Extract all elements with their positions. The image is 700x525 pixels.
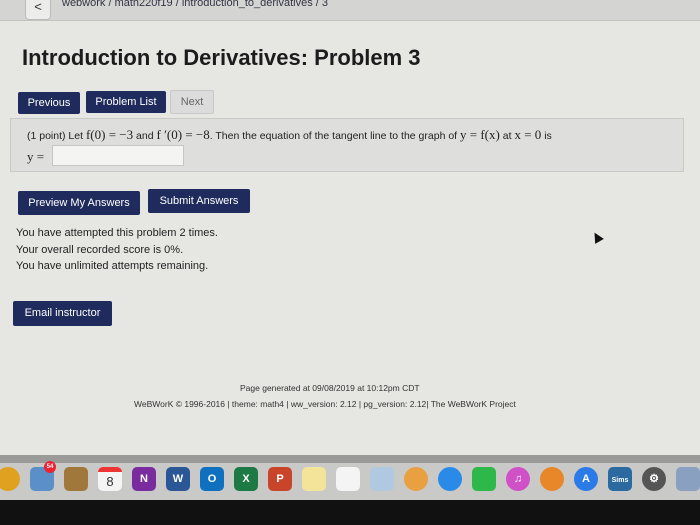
dock-icon-label: P xyxy=(276,473,284,485)
powerpoint-icon[interactable]: P xyxy=(268,467,292,491)
chrome-icon[interactable] xyxy=(0,467,20,491)
mail-icon[interactable]: 54 xyxy=(30,461,56,491)
math-x0: x = 0 xyxy=(514,127,542,142)
back-button[interactable]: < xyxy=(25,0,51,20)
dock-icon-label: ⚙ xyxy=(649,473,659,485)
excel-icon[interactable]: X xyxy=(234,467,258,491)
dock-icon-label: ♫ xyxy=(513,473,523,485)
math-f0: f(0) = −3 xyxy=(85,127,134,142)
text-and: and xyxy=(136,130,154,142)
dock-icon-label: X xyxy=(242,473,250,485)
preview-answers-button[interactable]: Preview My Answers xyxy=(18,191,140,215)
footer-copyright: WeBWorK © 1996-2016 | theme: math4 | ww_… xyxy=(134,399,516,409)
word-icon[interactable]: W xyxy=(166,467,190,491)
preview-icon[interactable] xyxy=(370,467,394,491)
mouse-cursor xyxy=(590,230,604,244)
text-at: at xyxy=(502,130,512,142)
answer-label: y = xyxy=(27,149,45,164)
app-store-icon[interactable]: A xyxy=(574,467,598,491)
dock-icon-label: A xyxy=(582,473,590,485)
photos-icon[interactable] xyxy=(404,467,428,491)
mail-badge: 54 xyxy=(44,461,56,473)
text-is: is xyxy=(544,130,552,142)
breadcrumb[interactable]: webwork / math220f19 / introduction_to_d… xyxy=(62,0,328,9)
dock-icon-label: O xyxy=(207,473,217,485)
outlook-icon[interactable]: O xyxy=(200,467,224,491)
dock-icon-label: Sims xyxy=(611,477,629,484)
math-fprime0: f ′(0) = −8 xyxy=(156,127,210,142)
text-middle: . Then the equation of the tangent line … xyxy=(209,130,458,142)
remaining-text: You have unlimited attempts remaining. xyxy=(16,260,209,272)
calendar-icon[interactable]: 8 xyxy=(98,467,122,491)
image-capture-icon[interactable] xyxy=(676,467,700,491)
attempts-text: You have attempted this problem 2 times. xyxy=(16,227,218,239)
dock-icon-label: W xyxy=(172,473,184,485)
screen-bezel xyxy=(0,500,700,525)
problem-text: (1 point) Let f(0) = −3 and f ′(0) = −8.… xyxy=(27,127,552,143)
points-label: (1 point) Let xyxy=(27,130,84,142)
email-instructor-button[interactable]: Email instructor xyxy=(13,301,112,326)
reminders-icon[interactable] xyxy=(336,467,360,491)
previous-button[interactable]: Previous xyxy=(18,92,80,114)
itunes-icon[interactable]: ♫ xyxy=(506,467,530,491)
page-generated-text: Page generated at 09/08/2019 at 10:12pm … xyxy=(240,383,420,393)
dock-icon-label: 8 xyxy=(106,474,114,489)
submit-answers-button[interactable]: Submit Answers xyxy=(148,189,250,213)
browser-toolbar: < webwork / math220f19 / introduction_to… xyxy=(0,0,700,21)
answer-input[interactable] xyxy=(52,145,184,166)
sims-icon[interactable]: Sims xyxy=(608,467,632,491)
messages-icon[interactable] xyxy=(438,467,462,491)
problem-box: (1 point) Let f(0) = −3 and f ′(0) = −8.… xyxy=(10,118,684,172)
page-title: Introduction to Derivatives: Problem 3 xyxy=(22,45,421,70)
dock-icon-label: N xyxy=(140,473,148,485)
onenote-icon[interactable]: N xyxy=(132,467,156,491)
problem-list-button[interactable]: Problem List xyxy=(86,91,166,113)
math-yfx: y = f(x) xyxy=(460,127,500,142)
ibooks-icon[interactable] xyxy=(540,467,564,491)
score-text: Your overall recorded score is 0%. xyxy=(16,244,184,256)
notes-icon[interactable] xyxy=(302,467,326,491)
facetime-icon[interactable] xyxy=(472,467,496,491)
dock: 54 8 N W O X P ♫ A Sims ⚙ xyxy=(0,461,700,501)
system-preferences-icon[interactable]: ⚙ xyxy=(642,467,666,491)
next-button[interactable]: Next xyxy=(170,90,214,114)
contacts-icon[interactable] xyxy=(64,467,88,491)
